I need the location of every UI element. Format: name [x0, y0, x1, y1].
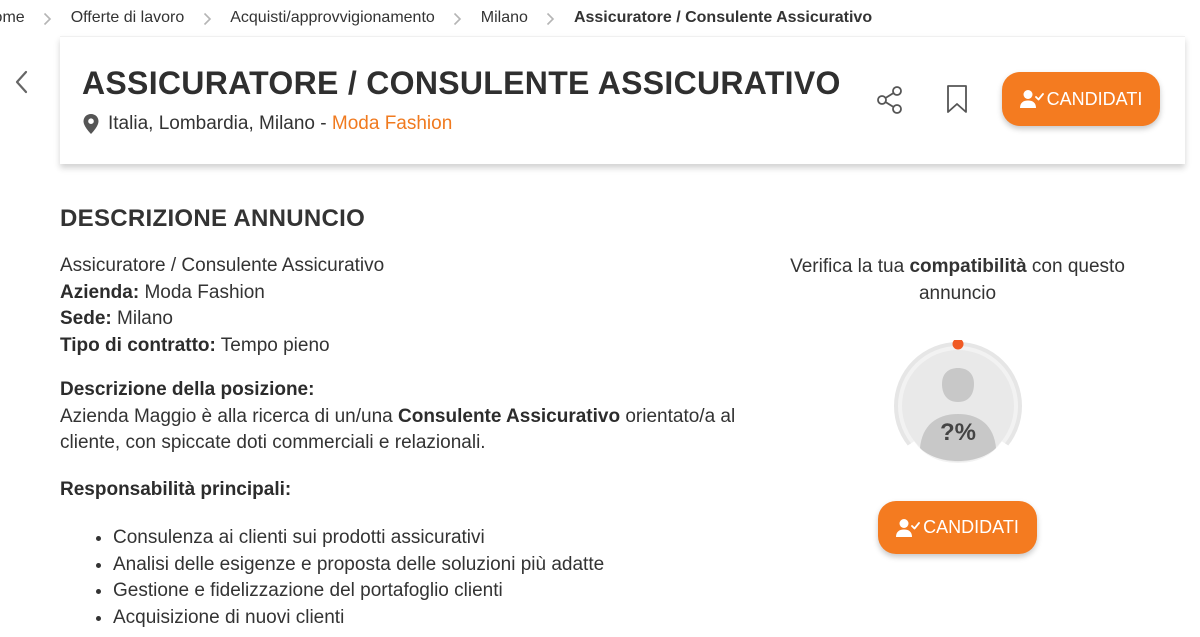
company-value: Moda Fashion — [144, 281, 265, 303]
share-icon — [877, 86, 902, 114]
compatibility-text-bold: compatibilità — [909, 256, 1027, 277]
breadcrumb: Home Offerte di lavoro Acquisti/approvvi… — [0, 0, 872, 36]
company-label: Azienda: — [60, 281, 140, 303]
bookmark-button[interactable] — [945, 84, 969, 114]
compatibility-text: Verifica la tua compatibilità con questo… — [770, 253, 1145, 307]
list-item: Analisi delle esigenze e proposta delle … — [113, 552, 740, 579]
contract-label: Tipo di contratto: — [60, 334, 216, 356]
breadcrumb-category[interactable]: Acquisti/approvvigionamento — [230, 9, 435, 27]
user-check-icon — [896, 518, 921, 537]
company-row: Azienda: Moda Fashion — [60, 280, 740, 307]
share-button[interactable] — [875, 85, 905, 115]
breadcrumb-home[interactable]: Home — [0, 9, 25, 27]
contract-row: Tipo di contratto: Tempo pieno — [60, 333, 740, 360]
back-button[interactable] — [10, 68, 34, 96]
apply-button-label: CANDIDATI — [923, 517, 1019, 537]
breadcrumb-city[interactable]: Milano — [481, 9, 528, 27]
apply-button[interactable]: CANDIDATI — [1002, 72, 1160, 126]
chevron-right-icon — [25, 8, 71, 29]
position-text-part1: Azienda Maggio è alla ricerca di un/una — [60, 405, 393, 427]
compatibility-text-part1: Verifica la tua — [790, 256, 905, 277]
responsibilities-heading: Responsabilità principali: — [60, 477, 740, 504]
compatibility-score: ?% — [940, 419, 976, 446]
list-item: Consulenza ai clienti sui prodotti assic… — [113, 525, 740, 552]
list-item: Gestione e fidelizzazione del portafogli… — [113, 578, 740, 605]
position-heading: Descrizione della posizione: — [60, 377, 740, 404]
company-link[interactable]: Moda Fashion — [332, 113, 452, 135]
chevron-right-icon — [435, 8, 481, 29]
breadcrumb-current: Assicuratore / Consulente Assicurativo — [573, 9, 873, 26]
chevron-right-icon — [184, 8, 230, 29]
responsibilities-heading-text: Responsabilità principali: — [60, 478, 292, 500]
position-text: Azienda Maggio è alla ricerca di un/una … — [60, 404, 740, 457]
site-value: Milano — [117, 308, 174, 329]
position-heading-text: Descrizione della posizione: — [60, 379, 315, 400]
map-pin-icon — [83, 114, 99, 134]
breadcrumb-job-offers[interactable]: Offerte di lavoro — [71, 9, 185, 27]
bookmark-icon — [947, 85, 967, 113]
contract-value: Tempo pieno — [220, 334, 330, 356]
user-check-icon — [1019, 90, 1044, 108]
location-text: Italia, Lombardia, Milano - — [108, 113, 327, 134]
compatibility-avatar: ?% — [894, 338, 1022, 474]
job-header-card: ASSICURATORE / CONSULENTE ASSICURATIVO I… — [60, 36, 1185, 164]
chevron-left-icon — [15, 70, 28, 94]
list-item: Acquisizione di nuovi clienti — [113, 605, 740, 632]
role-line: Assicuratore / Consulente Assicurativo — [60, 255, 385, 276]
section-title: DESCRIZIONE ANNUNCIO — [60, 205, 366, 232]
chevron-right-icon — [528, 8, 574, 29]
responsibilities-list: Consulenza ai clienti sui prodotti assic… — [60, 525, 740, 631]
apply-button-secondary[interactable]: CANDIDATI — [878, 501, 1037, 554]
job-location: Italia, Lombardia, Milano - Moda Fashion — [82, 113, 452, 135]
site-label: Sede: — [60, 308, 112, 329]
site-row: Sede: Milano — [60, 306, 740, 333]
position-text-bold: Consulente Assicurativo — [398, 405, 621, 427]
compatibility-gauge: ?% — [892, 338, 1024, 474]
apply-button-label: CANDIDATI — [1046, 88, 1143, 109]
job-description: Assicuratore / Consulente Assicurativo A… — [60, 253, 740, 631]
job-title: ASSICURATORE / CONSULENTE ASSICURATIVO — [82, 65, 841, 101]
